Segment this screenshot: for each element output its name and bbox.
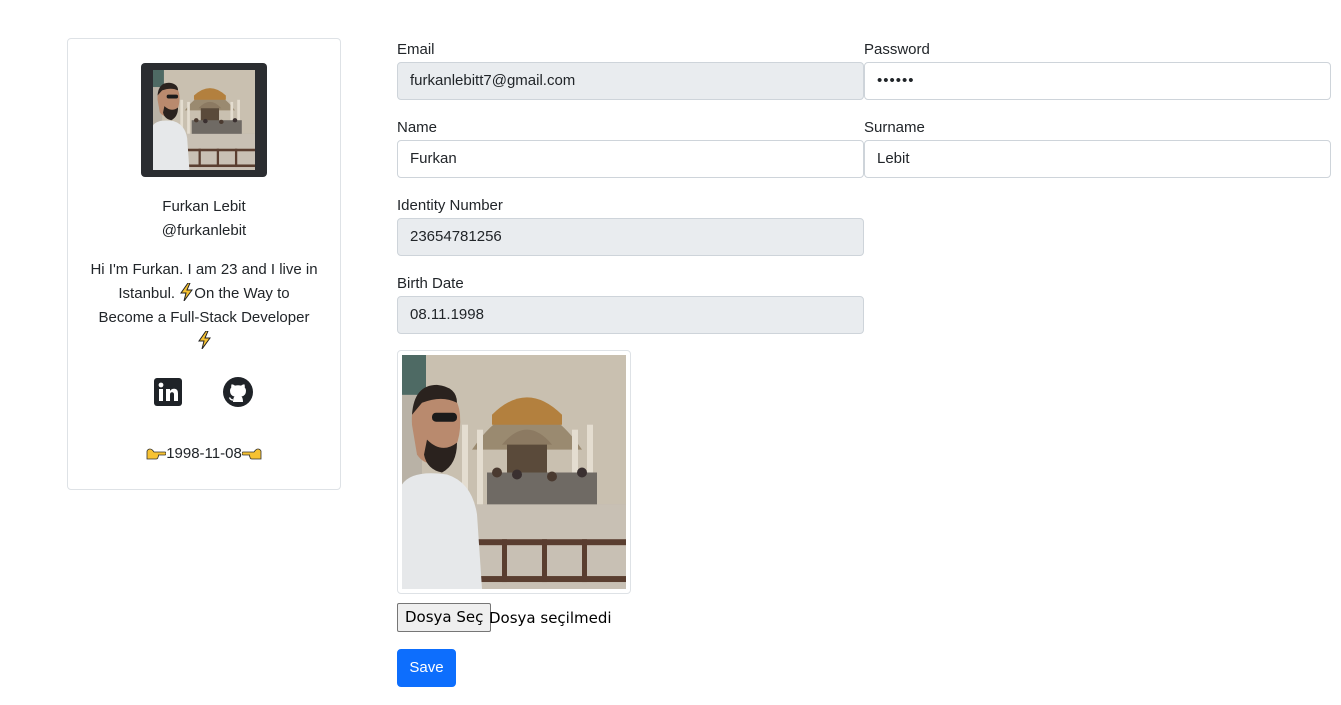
birth-date-field[interactable]: 08.11.1998 [397,296,864,334]
surname-label: Surname [864,119,925,136]
profile-photo [153,70,255,170]
birth-date-label: Birth Date [397,275,464,292]
file-status-text: Dosya seçilmedi [489,609,612,627]
pointing-right-icon [146,448,167,460]
password-label: Password [864,41,930,58]
photo-preview [397,350,631,594]
profile-name: Furkan Lebit [162,198,246,215]
save-button[interactable]: Save [397,649,456,687]
email-field[interactable]: furkanlebitt7@gmail.com [397,62,864,100]
password-field[interactable]: •••••• [864,62,1331,100]
birth-date-text: 1998-11-08 [166,445,242,462]
social-links [68,376,340,410]
avatar [141,63,267,177]
lightning-icon [180,283,194,301]
pointing-left-icon [241,448,262,460]
profile-handle: @furkanlebit [161,222,247,239]
lightning-icon [197,331,211,349]
profile-bio: Hi I'm Furkan. I am 23 and I live in Ist… [90,258,318,354]
name-field[interactable]: Furkan [397,140,864,178]
choose-file-button[interactable]: Dosya Seç [397,603,492,632]
profile-birth-date: 1998-11-08 [68,443,340,465]
preview-photo [402,355,626,589]
surname-field[interactable]: Lebit [864,140,1331,178]
identity-number-field[interactable]: 23654781256 [397,218,864,256]
profile-card: Furkan Lebit @furkanlebit Hi I'm Furkan.… [67,38,341,490]
linkedin-icon[interactable] [152,376,184,408]
email-label: Email [397,41,435,58]
name-label: Name [397,119,438,136]
github-icon[interactable] [222,376,254,408]
identity-number-label: Identity Number [397,197,503,214]
